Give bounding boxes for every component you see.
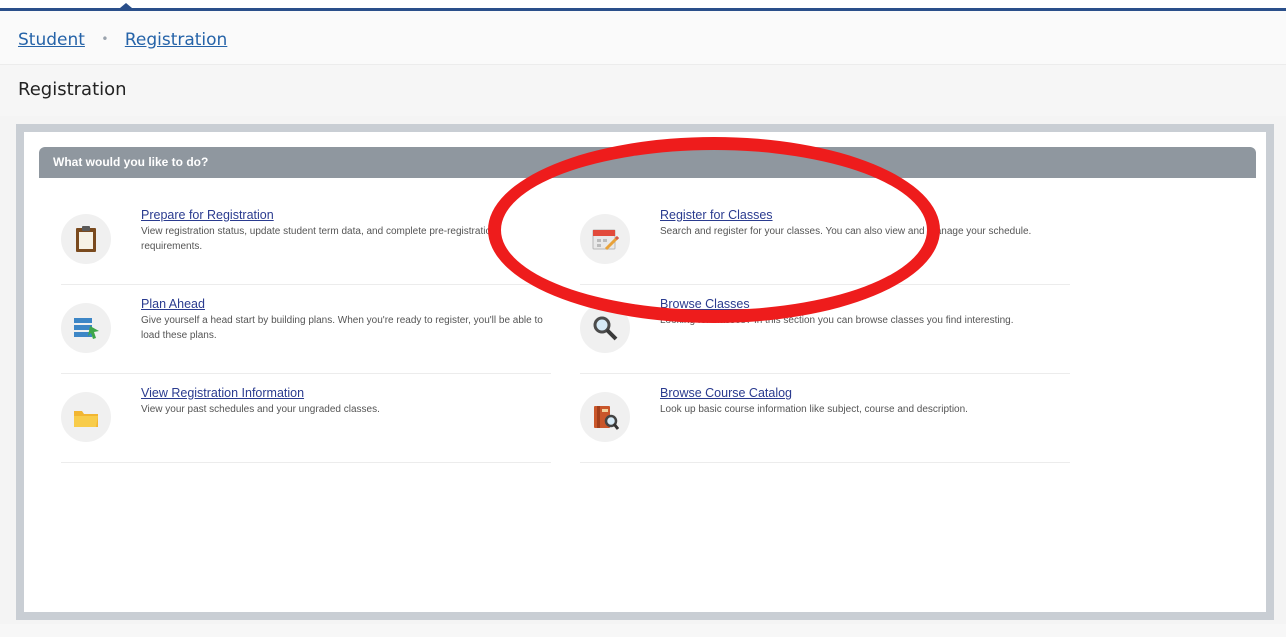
browse-course-catalog-description: Look up basic course information like su… (660, 404, 968, 415)
action-plan-ahead: Plan Ahead Give yourself a head start by… (61, 295, 551, 374)
catalog-book-icon (580, 392, 630, 442)
red-highlight-ellipse (488, 137, 940, 323)
top-bar (0, 0, 1286, 11)
action-view-registration-information: View Registration Information View your … (61, 384, 551, 463)
view-registration-information-description: View your past schedules and your ungrad… (141, 404, 380, 415)
breadcrumb-link-registration[interactable]: Registration (125, 30, 228, 50)
breadcrumb-separator: • (101, 32, 109, 46)
clipboard-icon (61, 214, 111, 264)
view-registration-information-link[interactable]: View Registration Information (141, 386, 304, 400)
breadcrumb-link-student[interactable]: Student (18, 30, 85, 50)
page-header: Registration (0, 64, 1286, 116)
action-browse-course-catalog: Browse Course Catalog Look up basic cour… (580, 384, 1070, 463)
plan-ahead-description: Give yourself a head start by building p… (141, 315, 543, 341)
breadcrumb: Student • Registration (18, 30, 227, 50)
plan-list-icon (61, 303, 111, 353)
browse-course-catalog-link[interactable]: Browse Course Catalog (660, 386, 792, 400)
folder-icon (61, 392, 111, 442)
plan-ahead-link[interactable]: Plan Ahead (141, 297, 205, 311)
breadcrumb-bar: Student • Registration (0, 11, 1286, 64)
action-prepare-for-registration: Prepare for Registration View registrati… (61, 206, 551, 285)
prepare-for-registration-link[interactable]: Prepare for Registration (141, 208, 274, 222)
bottom-band (0, 624, 1286, 637)
top-bar-notch (120, 3, 132, 8)
page-title: Registration (18, 79, 127, 100)
panel-header-title: What would you like to do? (53, 155, 209, 169)
